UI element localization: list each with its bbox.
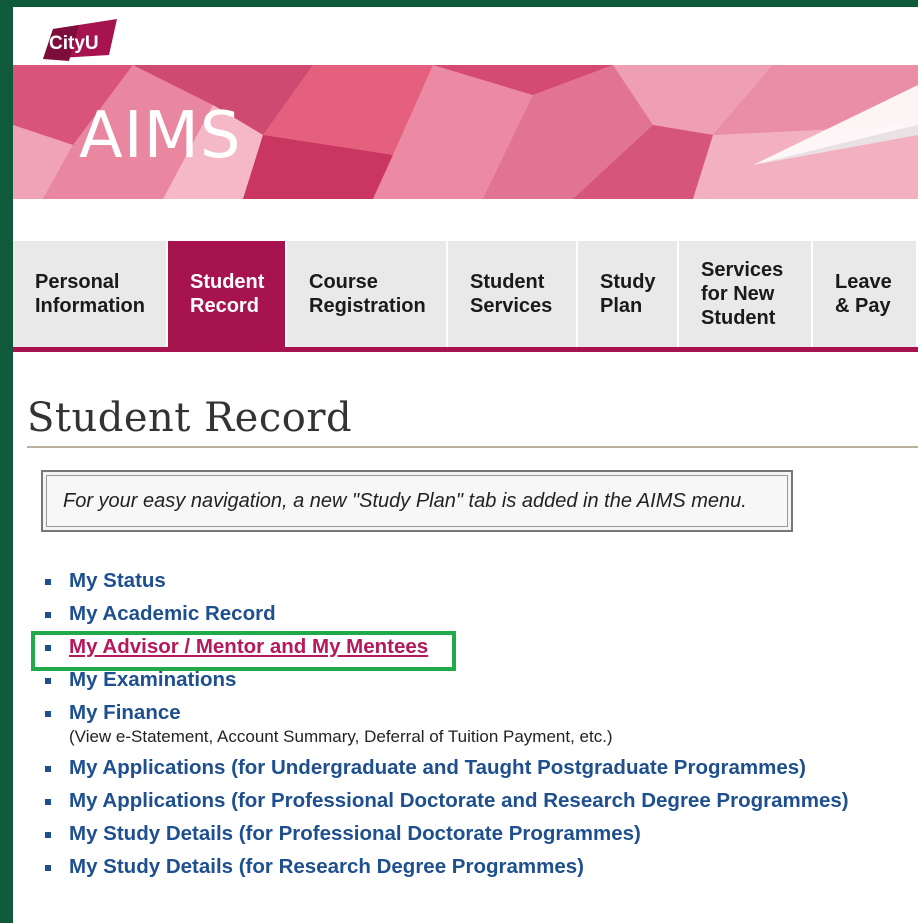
link-my-finance[interactable]: My Finance [69,701,181,724]
tab-label: Leave & Pay [835,271,892,317]
cityu-logo[interactable]: CityU [39,15,119,63]
tab-course-registration[interactable]: Course Registration [287,241,448,347]
list-item: My Examinations [43,666,918,693]
tab-student-record[interactable]: Student Record [168,241,287,347]
page-title: Student Record [27,395,353,441]
logo-text: CityU [49,33,99,54]
tab-services-new-student[interactable]: Services for New Student [679,241,813,347]
tab-label: Student Services [470,271,553,317]
link-description: (View e-Statement, Account Summary, Defe… [69,727,613,746]
link-my-status[interactable]: My Status [69,569,166,592]
list-item: My Study Details (for Research Degree Pr… [43,853,918,880]
tab-label: Services for New Student [701,259,784,329]
list-item: My Academic Record [43,600,918,627]
bullet-icon [45,678,51,684]
list-item: My Status [43,567,918,594]
bullet-icon [45,832,51,838]
tab-label: Student Record [190,271,265,317]
bullet-icon [45,711,51,717]
list-item: My Applications (for Professional Doctor… [43,787,918,814]
bullet-icon [45,579,51,585]
bullet-icon [45,645,51,651]
bullet-icon [45,766,51,772]
link-my-academic-record[interactable]: My Academic Record [69,602,276,625]
link-my-examinations[interactable]: My Examinations [69,668,236,691]
page-container: CityU AIMS Personal Information Student … [13,7,918,923]
link-my-study-details-rd[interactable]: My Study Details (for Research Degree Pr… [69,855,584,878]
notice-text: For your easy navigation, a new "Study P… [46,475,788,527]
logo-bar: CityU [13,7,918,65]
banner-title: AIMS [79,99,242,173]
tab-study-plan[interactable]: Study Plan [578,241,679,347]
link-my-applications-ug-tpg[interactable]: My Applications (for Undergraduate and T… [69,756,806,779]
title-divider [27,446,918,448]
tab-label: Course Registration [309,271,426,317]
tab-label: Personal Information [35,271,145,317]
bullet-icon [45,865,51,871]
bullet-icon [45,612,51,618]
main-nav: Personal Information Student Record Cour… [13,241,918,352]
bullet-icon [45,799,51,805]
tab-student-services[interactable]: Student Services [448,241,578,347]
tab-leave-pay[interactable]: Leave & Pay [813,241,918,347]
link-my-applications-pd-rd[interactable]: My Applications (for Professional Doctor… [69,789,849,812]
student-record-links: My Status My Academic Record My Advisor … [43,567,918,886]
tab-label: Study Plan [600,271,656,317]
tab-personal-information[interactable]: Personal Information [13,241,168,347]
link-my-study-details-pd[interactable]: My Study Details (for Professional Docto… [69,822,641,845]
notice-box: For your easy navigation, a new "Study P… [41,470,793,532]
list-item: My Finance (View e-Statement, Account Sum… [43,699,918,748]
list-item: My Advisor / Mentor and My Mentees [43,633,918,660]
link-my-advisor-mentor[interactable]: My Advisor / Mentor and My Mentees [69,635,428,658]
list-item: My Study Details (for Professional Docto… [43,820,918,847]
list-item: My Applications (for Undergraduate and T… [43,754,918,781]
aims-banner: AIMS [13,65,918,199]
